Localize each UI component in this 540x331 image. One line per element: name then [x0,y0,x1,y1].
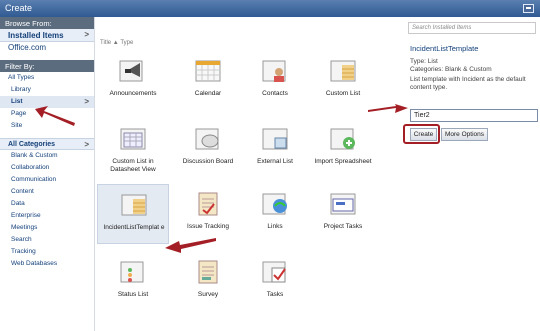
sort-arrow-icon: ▲ [112,40,119,46]
filter-all-types[interactable]: All Types [0,72,94,84]
import-spreadsheet-icon [328,125,358,152]
category-item[interactable]: Blank & Custom [0,150,94,162]
template-tile[interactable]: Custom List in Datasheet View [97,119,169,179]
template-tile[interactable]: Discussion Board [172,119,244,179]
template-tile[interactable]: Import Spreadsheet [307,119,379,179]
calendar-icon [193,57,223,84]
template-tile[interactable]: Issue Tracking [172,184,244,244]
category-item[interactable]: Meetings [0,222,94,234]
external-list-icon [260,125,290,152]
template-label: Discussion Board [182,158,234,165]
template-label: Announcements [109,90,157,97]
all-categories-header[interactable]: All Categories > [0,138,94,150]
template-label: Contacts [262,90,288,97]
filter-page[interactable]: Page [0,108,94,120]
template-tile[interactable]: Links [239,184,311,244]
template-label: Links [267,223,283,230]
filter-list[interactable]: List > [0,96,94,108]
sort-title-link[interactable]: Title [100,40,111,46]
links-icon [260,190,290,217]
template-label: Import Spreadsheet [314,158,372,165]
project-tasks-icon [328,190,358,217]
chevron-right-icon: > [84,97,89,106]
category-item[interactable]: Search [0,234,94,246]
category-item[interactable]: Content [0,186,94,198]
template-tile[interactable]: Survey [172,252,244,312]
template-tile[interactable]: IncidentListTemplat e [97,184,169,244]
template-label: Tasks [266,291,284,298]
survey-icon [193,258,223,285]
category-item[interactable]: Data [0,198,94,210]
create-highlight [403,124,440,144]
template-tile[interactable]: Announcements [97,51,169,111]
filter-library[interactable]: Library [0,84,94,96]
contacts-icon [260,57,290,84]
template-label: Custom List in Datasheet View [110,158,156,173]
installed-items-label: Installed Items [8,31,64,40]
category-item[interactable]: Enterprise [0,210,94,222]
all-categories-label: All Categories [8,141,56,148]
template-label: Issue Tracking [187,223,229,230]
template-tile[interactable]: Status List [97,252,169,312]
category-item[interactable]: Web Databases [0,258,94,270]
filter-by-header: Filter By: [0,60,94,72]
category-item[interactable]: Collaboration [0,162,94,174]
category-item[interactable]: Tracking [0,246,94,258]
announcements-icon [118,57,148,84]
template-categories: Categories: Blank & Custom [410,65,492,73]
template-tile[interactable]: Custom List [307,51,379,111]
template-tile[interactable]: External List [239,119,311,179]
template-type: Type: List [410,58,438,65]
tasks-icon [260,258,290,285]
datasheet-icon [118,125,148,152]
template-tile[interactable]: Calendar [172,51,244,111]
template-grid: Announcements Calendar Contacts Custom List… [95,50,380,331]
template-label: Custom List [325,90,361,97]
left-panel: Browse From: Installed Items > Office.co… [0,17,95,331]
sort-type-link[interactable]: Type [120,40,133,46]
template-label: Status List [117,291,149,298]
template-tile[interactable]: Tasks [239,252,311,312]
template-title: IncidentListTemplate [410,44,479,53]
browse-from-header: Browse From: [0,17,94,29]
chevron-right-icon: > [84,30,89,39]
window-title-bar: Create [0,0,540,17]
details-panel: Search Installed Items IncidentListTempl… [400,17,540,331]
name-field[interactable]: Tier2 [410,109,538,122]
template-tile[interactable]: Project Tasks [307,184,379,244]
installed-items-link[interactable]: Installed Items > [0,29,94,42]
template-label: Calendar [194,90,222,97]
template-label: Survey [197,291,219,298]
office-com-link[interactable]: Office.com [0,42,94,54]
chevron-right-icon: > [84,140,89,149]
sort-bar: Title ▲ Type [100,40,133,46]
template-label: IncidentListTemplat e [103,224,165,231]
discussion-board-icon [193,125,223,152]
issue-tracking-icon [193,190,223,217]
window-title: Create [5,3,33,13]
incident-list-icon [119,191,149,218]
search-input[interactable]: Search Installed Items [408,22,536,34]
template-label: External List [257,158,293,165]
status-list-icon [118,258,148,285]
template-meta: Type: List Categories: Blank & Custom [410,58,492,73]
custom-list-icon [328,57,358,84]
filter-list-label: List [11,98,23,105]
template-label: Project Tasks [323,223,363,230]
template-description: List template with Incident as the defau… [410,76,526,91]
category-item[interactable]: Communication [0,174,94,186]
more-options-button[interactable]: More Options [441,128,488,141]
maximize-icon[interactable] [523,4,534,13]
filter-site[interactable]: Site [0,120,94,132]
template-tile[interactable]: Contacts [239,51,311,111]
